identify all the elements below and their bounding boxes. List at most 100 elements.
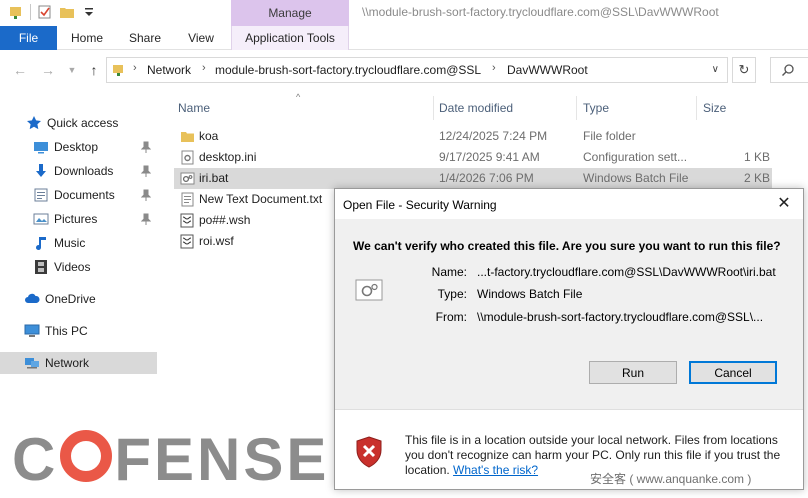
search-icon [782,64,794,76]
refresh-icon[interactable]: ↻ [732,57,756,83]
sort-ascending-icon: ^ [296,92,301,102]
ribbon-tabs: File Home Share View Application Tools [0,26,808,50]
column-header-type[interactable]: Type [583,101,609,115]
breadcrumb-chevron-icon[interactable]: › [492,62,496,74]
run-button[interactable]: Run [589,361,677,384]
customize-dropdown-icon[interactable] [81,4,97,20]
breadcrumb-host[interactable]: module-brush-sort-factory.trycloudflare.… [215,63,481,77]
sidebar-item-quick-access[interactable]: Quick access [0,112,157,134]
pin-icon[interactable] [141,165,151,177]
script-file-icon [180,234,194,249]
file-date: 9/17/2025 9:41 AM [439,150,540,164]
forward-arrow-icon[interactable]: → [40,62,56,78]
file-row[interactable]: desktop.ini 9/17/2025 9:41 AM Configurat… [174,147,772,168]
column-divider[interactable] [576,96,577,120]
file-name: desktop.ini [199,150,257,164]
film-icon [35,260,47,274]
computer-icon [24,324,40,337]
file-date: 1/4/2026 7:06 PM [439,171,534,185]
type-label: Type: [437,287,467,301]
column-divider[interactable] [433,96,434,120]
cofense-logo-text: C [12,426,59,493]
anquanke-watermark: 安全客 ( www.anquanke.com ) [590,472,752,486]
file-size: 2 KB [743,171,770,185]
tab-view[interactable]: View [178,26,224,50]
sidebar-item-label: Downloads [54,164,114,178]
dialog-title: Open File - Security Warning [343,198,497,212]
pin-icon[interactable] [141,213,151,225]
sidebar-item-documents[interactable]: Documents [0,184,157,206]
address-dropdown-icon[interactable]: ∨ [712,64,719,75]
back-arrow-icon[interactable]: ← [12,62,28,78]
sidebar-item-label: Music [54,236,86,250]
tab-share[interactable]: Share [120,26,170,50]
sidebar-item-label: Documents [54,188,115,202]
column-header-size[interactable]: Size [703,101,726,115]
sidebar-item-music[interactable]: Music [0,232,157,254]
desktop-folder-icon [34,142,48,154]
sidebar-item-this-pc[interactable]: This PC [0,320,157,342]
file-name: iri.bat [199,171,229,185]
file-type: Windows Batch File [583,171,689,185]
whats-the-risk-link[interactable]: What's the risk? [453,463,538,477]
cancel-button[interactable]: Cancel [689,361,777,384]
file-name: roi.wsf [199,234,234,248]
sidebar-item-label: Videos [54,260,91,274]
tab-home[interactable]: Home [62,26,112,50]
script-file-icon [180,213,194,228]
file-date: 12/24/2025 7:24 PM [439,129,548,143]
sidebar-item-videos[interactable]: Videos [0,256,157,278]
sidebar-item-network[interactable]: Network [0,352,157,374]
file-row[interactable]: koa 12/24/2025 7:24 PM File folder [174,126,772,147]
file-name: po##.wsh [199,213,251,227]
from-value: \\module-brush-sort-factory.trycloudflar… [477,310,764,324]
file-type: Configuration sett... [583,150,688,164]
sidebar-item-label: Pictures [54,212,98,226]
file-name: koa [199,129,219,143]
column-divider[interactable] [696,96,697,120]
folder-pin-icon[interactable] [8,4,24,20]
sidebar-item-pictures[interactable]: Pictures [0,208,157,230]
address-bar[interactable]: › Network › module-brush-sort-factory.tr… [106,57,728,83]
breadcrumb-chevron-icon[interactable]: › [202,62,206,74]
sidebar-item-label: Quick access [47,116,119,130]
navigation-bar: ← → ▼ ↑ › Network › module-brush-sort-fa… [0,50,808,90]
toolbar-divider [30,4,31,20]
name-value: ...t-factory.trycloudflare.com@SSL\DavWW… [477,265,776,279]
manage-tab[interactable]: Manage [231,0,349,26]
recent-locations-chevron-icon[interactable]: ▼ [64,62,80,78]
network-icon [25,358,39,369]
properties-check-icon[interactable] [37,4,53,20]
security-warning-dialog: Open File - Security Warning ✕ We can't … [334,188,804,490]
up-arrow-icon[interactable]: ↑ [86,62,102,78]
sidebar-item-label: Desktop [54,140,99,154]
folder-icon [181,132,194,142]
batch-file-icon [355,279,383,301]
sidebar-item-downloads[interactable]: Downloads [0,160,157,182]
download-arrow-icon [36,164,46,177]
sidebar-item-onedrive[interactable]: OneDrive [0,288,157,310]
pin-icon[interactable] [141,189,151,201]
documents-icon [34,188,48,202]
cofense-logo-text: FENSE [114,426,330,493]
breadcrumb-chevron-icon[interactable]: › [133,62,137,74]
tab-file[interactable]: File [0,26,57,50]
file-row-selected[interactable]: iri.bat 1/4/2026 7:06 PM Windows Batch F… [174,168,772,189]
new-folder-icon[interactable] [59,4,75,20]
column-header-date[interactable]: Date modified [439,101,513,115]
name-label: Name: [431,265,467,279]
sidebar-item-desktop[interactable]: Desktop [0,136,157,158]
cofense-logo-ring [60,430,113,482]
breadcrumb-davwwwroot[interactable]: DavWWWRoot [507,63,588,77]
breadcrumb-network[interactable]: Network [147,63,191,77]
music-note-icon [36,237,46,251]
pin-icon[interactable] [141,141,151,153]
tab-application-tools[interactable]: Application Tools [231,26,349,50]
search-box[interactable] [770,57,808,83]
cloud-icon [25,293,40,303]
file-name: New Text Document.txt [199,192,323,206]
close-icon[interactable]: ✕ [773,194,795,214]
title-bar: Manage \\module-brush-sort-factory.trycl… [0,0,808,26]
quick-access-toolbar [8,4,97,20]
column-header-name[interactable]: Name [178,101,210,115]
